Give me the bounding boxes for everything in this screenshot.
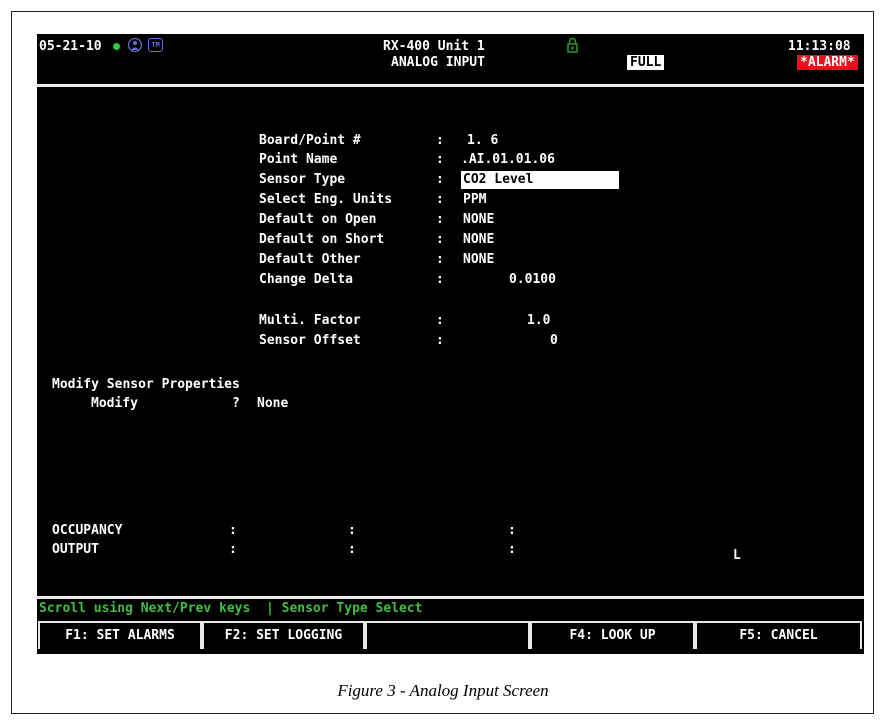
figure-caption: Figure 3 - Analog Input Screen	[337, 681, 549, 700]
modify-label: Modify	[91, 396, 138, 411]
field-sep: :	[436, 272, 444, 287]
occupancy-colon: :	[348, 523, 356, 538]
output-label: OUTPUT	[52, 542, 99, 557]
field-value-point-name[interactable]: .AI.01.01.06	[461, 152, 555, 168]
alarm-badge[interactable]: *ALARM*	[797, 55, 858, 70]
field-label-multi-factor: Multi. Factor	[259, 313, 361, 328]
field-value-sensor-offset[interactable]: 0	[550, 333, 558, 349]
modify-value[interactable]: None	[257, 396, 288, 412]
occupancy-label: OCCUPANCY	[52, 523, 123, 538]
output-colon: :	[348, 542, 356, 557]
f3-blank-button[interactable]	[365, 621, 530, 649]
tm-icon: TM	[148, 38, 163, 52]
function-key-bar: F1: SET ALARMS F2: SET LOGGING F4: LOOK …	[37, 621, 864, 654]
mode-badge: FULL	[627, 55, 665, 70]
field-sep: :	[436, 252, 444, 267]
f5-cancel-button[interactable]: F5: CANCEL	[695, 621, 862, 649]
field-value-default-other[interactable]: NONE	[463, 252, 494, 268]
time-display: 11:13:08	[788, 39, 851, 54]
status-divider	[37, 596, 864, 599]
f1-set-alarms-button[interactable]: F1: SET ALARMS	[38, 621, 202, 649]
field-sep: :	[436, 313, 444, 328]
field-value-multi-factor[interactable]: 1.0	[527, 313, 550, 329]
field-label-default-short: Default on Short	[259, 232, 385, 247]
modify-heading: Modify Sensor Properties	[52, 377, 240, 392]
status-dot-icon	[113, 43, 120, 50]
date-display: 05-21-10	[39, 39, 102, 54]
header-divider	[37, 84, 864, 87]
field-value-default-short[interactable]: NONE	[463, 232, 494, 248]
unit-title: RX-400 Unit 1	[383, 39, 485, 54]
f4-look-up-button[interactable]: F4: LOOK UP	[530, 621, 695, 649]
lock-icon	[567, 37, 578, 53]
field-sep: :	[436, 333, 444, 348]
occupancy-colon: :	[508, 523, 516, 538]
modify-sep: ?	[232, 396, 240, 411]
field-value-board-point: 1. 6	[467, 133, 499, 148]
output-indicator: L	[733, 548, 741, 563]
output-colon: :	[229, 542, 237, 557]
field-label-default-other: Default Other	[259, 252, 361, 267]
output-colon: :	[508, 542, 516, 557]
field-label-board-point: Board/Point #	[259, 133, 361, 148]
field-sep: :	[436, 212, 444, 227]
field-sep: :	[436, 232, 444, 247]
field-label-default-open: Default on Open	[259, 212, 377, 227]
field-label-sensor-type: Sensor Type	[259, 172, 346, 187]
field-sep: :	[436, 152, 444, 167]
person-icon	[127, 38, 143, 52]
occupancy-colon: :	[229, 523, 237, 538]
status-bar: Scroll using Next/Prev keys | Sensor Typ…	[39, 601, 423, 616]
field-sep: :	[436, 192, 444, 207]
field-label-change-delta: Change Delta	[259, 272, 353, 287]
sensor-type-select[interactable]: CO2 Level	[461, 171, 619, 189]
field-value-eng-units[interactable]: PPM	[463, 192, 486, 208]
device-screen: 05-21-10 TM RX-400 Unit 1 ANALOG INPUT F…	[37, 34, 864, 654]
field-label-point-name: Point Name	[259, 152, 338, 167]
field-value-default-open[interactable]: NONE	[463, 212, 494, 228]
f2-set-logging-button[interactable]: F2: SET LOGGING	[202, 621, 365, 649]
field-label-eng-units: Select Eng. Units	[259, 192, 393, 207]
field-sep: :	[436, 133, 444, 148]
field-label-sensor-offset: Sensor Offset	[259, 333, 361, 348]
field-sep: :	[436, 172, 444, 187]
screen-title: ANALOG INPUT	[391, 55, 485, 70]
field-value-change-delta[interactable]: 0.0100	[509, 272, 556, 288]
